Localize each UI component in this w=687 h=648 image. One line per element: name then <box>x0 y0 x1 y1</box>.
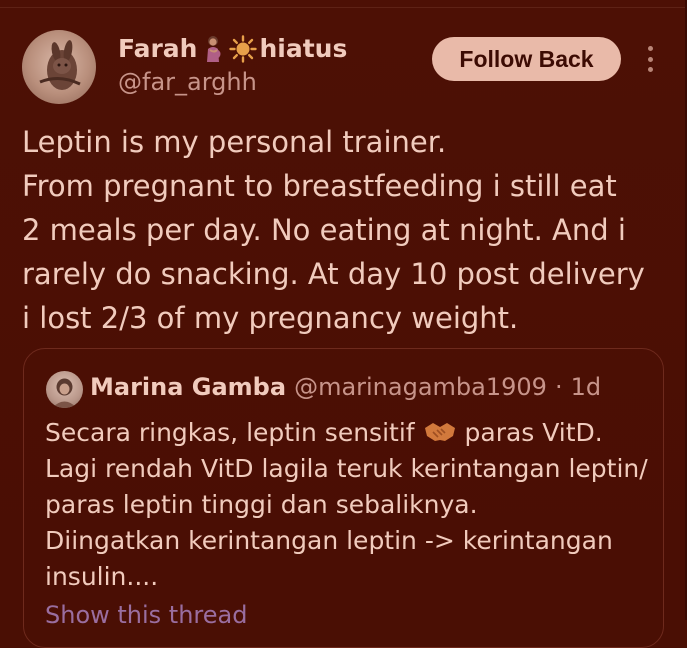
author-name-suffix: hiatus <box>259 34 348 63</box>
tweet-body: Leptin is my personal trainer. From preg… <box>22 120 672 340</box>
quoted-header: Marina Gamba @marinagamba1909 · 1d <box>90 373 601 401</box>
quoted-line: Secara ringkas, leptin sensitif paras Vi… <box>45 415 655 451</box>
author-display-name[interactable]: Farah hiatus <box>118 34 347 63</box>
tweet-line: Leptin is my personal trainer. <box>22 125 447 159</box>
quoted-line: insulin.... <box>45 562 159 591</box>
more-dot <box>647 56 653 62</box>
quoted-body: Secara ringkas, leptin sensitif paras Vi… <box>45 415 655 595</box>
author-name-prefix: Farah <box>118 34 198 63</box>
quoted-author-handle[interactable]: @marinagamba1909 <box>294 373 547 401</box>
quoted-line-part: paras VitD. <box>464 418 603 447</box>
tweet-screen: Farah hiatus @far_arghh Follow Back Lept… <box>0 0 687 648</box>
sun-emoji-icon <box>229 34 258 63</box>
author-handle[interactable]: @far_arghh <box>118 68 257 96</box>
author-avatar[interactable] <box>22 30 96 104</box>
quoted-line-part: Secara ringkas, leptin sensitif <box>45 418 415 447</box>
quoted-tweet-card[interactable]: Marina Gamba @marinagamba1909 · 1d Secar… <box>23 348 664 648</box>
quoted-author-avatar[interactable] <box>46 371 83 408</box>
more-dot <box>647 67 653 72</box>
more-vertical-icon[interactable] <box>641 46 659 72</box>
tweet-line: i lost 2/3 of my pregnancy weight. <box>22 301 519 335</box>
separator-dot: · <box>554 373 563 401</box>
divider <box>0 7 687 8</box>
follow-back-button[interactable]: Follow Back <box>432 37 621 81</box>
show-thread-link[interactable]: Show this thread <box>45 601 247 629</box>
pregnant-woman-emoji-icon <box>199 35 227 63</box>
quoted-line: Lagi rendah VitD lagila teruk kerintanga… <box>45 454 648 483</box>
tweet-line: 2 meals per day. No eating at night. And… <box>22 213 626 247</box>
quoted-author-name[interactable]: Marina Gamba <box>90 373 286 401</box>
more-dot <box>647 46 653 51</box>
tweet-line: rarely do snacking. At day 10 post deliv… <box>22 257 645 291</box>
quoted-line: Diingatkan kerintangan leptin -> kerinta… <box>45 526 613 555</box>
handshake-emoji-icon <box>423 419 457 445</box>
quoted-timestamp[interactable]: 1d <box>571 373 602 401</box>
tweet-line: From pregnant to breastfeeding i still e… <box>22 169 617 203</box>
quoted-line: paras leptin tinggi dan sebaliknya. <box>45 490 478 519</box>
